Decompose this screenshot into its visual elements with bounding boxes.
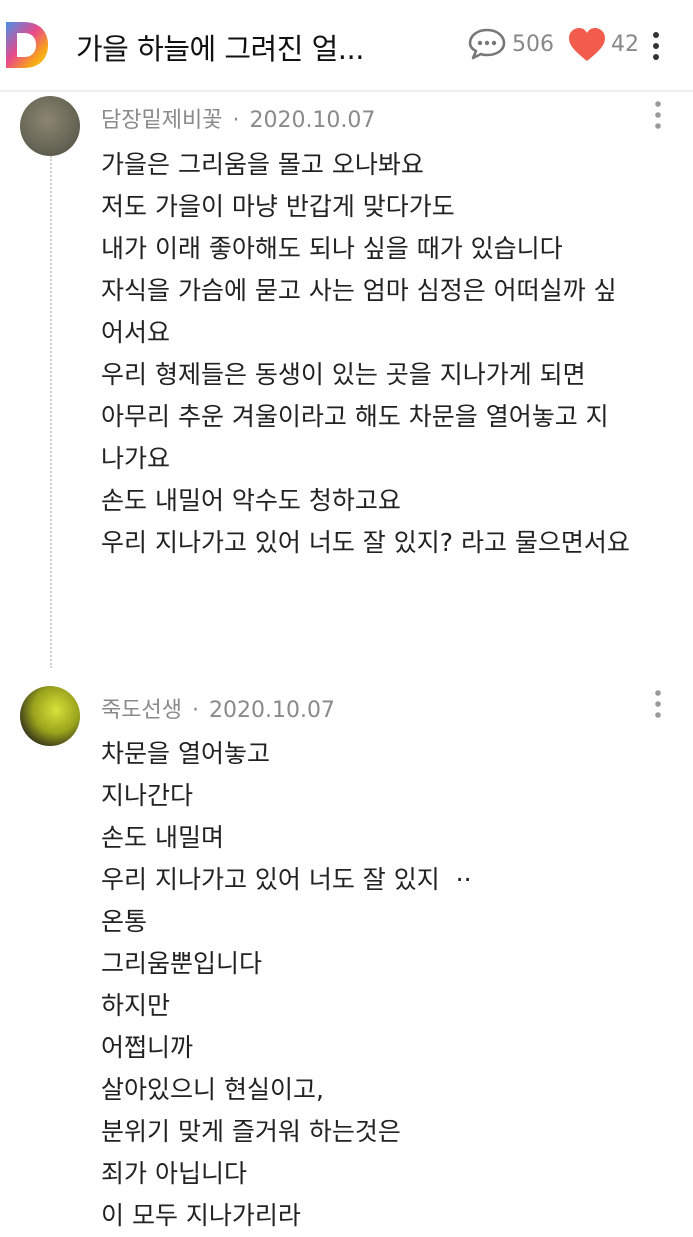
comment-line: 가을은 그리움을 몰고 오나봐요	[101, 150, 424, 179]
comment-line: 손도 내밀며	[101, 823, 224, 852]
comment-author[interactable]: 죽도선생	[101, 698, 182, 723]
more-options-icon[interactable]	[648, 30, 664, 62]
comment-line: 차문을 열어놓고	[101, 739, 270, 768]
reply-thread-line	[50, 156, 52, 668]
comment-meta: 죽도선생 · 2020.10.07	[101, 698, 335, 723]
comment-line: 그리움뿐입니다	[101, 949, 263, 978]
heart-icon[interactable]	[568, 28, 606, 62]
comment-line: 살아있으니 현실이고,	[101, 1075, 324, 1104]
comment-icon[interactable]	[468, 28, 506, 60]
comment-line: 죄가 아닙니다	[101, 1159, 247, 1188]
like-count: 42	[611, 32, 639, 57]
comment-date: 2020.10.07	[208, 698, 335, 723]
comment-meta: 담장밑제비꽃 · 2020.10.07	[101, 108, 376, 133]
comment-line: 나가요	[101, 444, 171, 473]
comment-line: 어서요	[101, 318, 171, 347]
top-bar: 가을 하늘에 그려진 얼... 506 42	[0, 0, 693, 92]
comment-author[interactable]: 담장밑제비꽃	[101, 108, 222, 133]
avatar[interactable]	[20, 686, 80, 746]
avatar[interactable]	[20, 96, 80, 156]
comment-count: 506	[512, 32, 554, 57]
page-title[interactable]: 가을 하늘에 그려진 얼...	[76, 26, 364, 68]
comment-line: 저도 가을이 마냥 반갑게 맞다가도	[101, 192, 455, 221]
comment-line: 지나간다	[101, 781, 194, 810]
comment-line: 내가 이래 좋아해도 되나 싶을 때가 있습니다	[101, 234, 563, 263]
comment-body: 차문을 열어놓고지나간다손도 내밀며우리 지나가고 있어 너도 잘 있지 ·· 온…	[101, 733, 472, 1237]
comment-line: 우리 지나가고 있어 너도 잘 있지 ··	[101, 865, 472, 894]
comment-line: 어쩝니까	[101, 1033, 194, 1062]
comment-line: 하지만	[101, 991, 171, 1020]
comment-line: 자식을 가슴에 묻고 사는 엄마 심정은 어떠실까 싶	[101, 276, 617, 305]
comment-line: 아무리 추운 겨울이라고 해도 차문을 열어놓고 지	[101, 402, 609, 431]
comment-line: 손도 내밀어 악수도 청하고요	[101, 486, 401, 515]
comment-body: 가을은 그리움을 몰고 오나봐요저도 가을이 마냥 반갑게 맞다가도내가 이래 …	[101, 144, 630, 564]
daum-logo-icon[interactable]	[4, 20, 50, 70]
comment-line: 이 모두 지나가리라	[101, 1201, 301, 1230]
comment-more-icon[interactable]	[650, 100, 666, 130]
comment-line: 우리 지나가고 있어 너도 잘 있지? 라고 물으면서요	[101, 528, 630, 557]
comment-date: 2020.10.07	[249, 108, 376, 133]
comment-line: 분위기 맞게 즐거워 하는것은	[101, 1117, 401, 1146]
comment-more-icon[interactable]	[650, 689, 666, 719]
comment-line: 우리 형제들은 동생이 있는 곳을 지나가게 되면	[101, 360, 586, 389]
comment-line: 온통	[101, 907, 148, 936]
